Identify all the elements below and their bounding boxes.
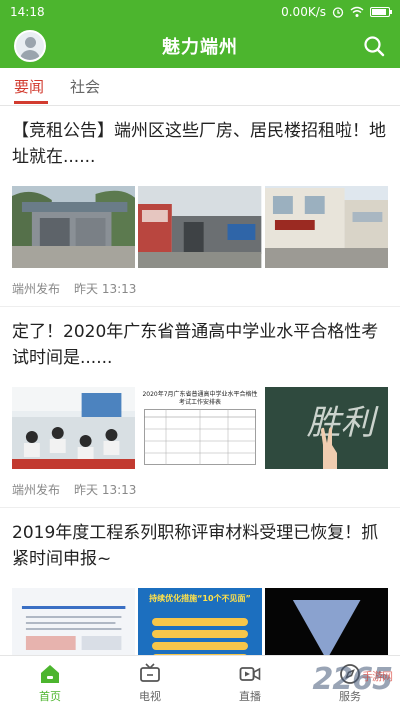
alarm-icon xyxy=(332,7,344,18)
home-icon xyxy=(41,665,59,683)
status-bar: 14:18 0.00K/s xyxy=(0,0,400,24)
category-tabs: 要闻 社会 xyxy=(0,68,400,106)
thumbnail-factory-yard[interactable] xyxy=(138,186,262,268)
battery-icon xyxy=(370,7,392,17)
news-time: 昨天 13:13 xyxy=(74,282,137,296)
site-watermark-logo: 2265 手游网 xyxy=(313,662,394,697)
network-speed: 0.00K/s xyxy=(281,5,326,19)
thumbnail-shop-street[interactable] xyxy=(264,186,388,268)
poster-caption: 持续优化措施“10个不见面” xyxy=(149,594,251,603)
thumbnail-policy-poster[interactable]: 持续优化措施“10个不见面” xyxy=(138,588,262,655)
search-icon[interactable] xyxy=(362,34,386,58)
thumbnail-exam-schedule[interactable]: 2020年7月广东省普通高中学业水平合格性考试工作安排表 xyxy=(138,387,262,469)
nav-home[interactable]: 首页 xyxy=(0,656,100,711)
news-feed[interactable]: 【竞租公告】端州区这些厂房、居民楼招租啦！地址就在...... 端州发布 昨天 … xyxy=(0,106,400,655)
thumbnail-factory-gate[interactable] xyxy=(12,186,136,268)
news-title[interactable]: 定了！2020年广东省普通高中学业水平合格性考试时间是...... xyxy=(12,319,388,371)
news-title[interactable]: 2019年度工程系列职称评审材料受理已恢复！抓紧时间申报~ xyxy=(12,520,388,572)
watermark-subtext: 手游网 xyxy=(362,670,393,683)
app-header: 魅力端州 xyxy=(0,24,400,68)
thumbnail-chalkboard[interactable]: 胜利 xyxy=(264,387,388,469)
nav-tv-label: 电视 xyxy=(139,690,161,703)
nav-home-label: 首页 xyxy=(39,690,61,703)
news-source: 端州发布 xyxy=(12,282,61,296)
thumbnail-triangle-graphic[interactable] xyxy=(264,588,388,655)
live-video-icon xyxy=(239,667,261,681)
nav-tv[interactable]: 电视 xyxy=(100,656,200,711)
app-title: 魅力端州 xyxy=(162,37,238,58)
news-meta: 端州发布 昨天 13:13 xyxy=(12,280,136,297)
status-time: 14:18 xyxy=(10,5,45,19)
news-meta: 端州发布 昨天 13:13 xyxy=(12,481,136,498)
news-thumbnails: 2020年7月广东省普通高中学业水平合格性考试工作安排表 胜利 xyxy=(12,387,388,469)
tab-yaowen[interactable]: 要闻 xyxy=(14,76,44,97)
divider xyxy=(0,306,400,307)
news-thumbnails: 持续优化措施“10个不见面” xyxy=(12,588,388,655)
news-source: 端州发布 xyxy=(12,483,61,497)
news-time: 昨天 13:13 xyxy=(74,483,137,497)
news-thumbnails xyxy=(12,186,388,268)
divider xyxy=(0,507,400,508)
tv-icon xyxy=(140,663,160,682)
thumbnail-classroom[interactable] xyxy=(12,387,136,469)
user-avatar[interactable] xyxy=(14,30,46,62)
active-tab-indicator xyxy=(14,101,48,104)
nav-live[interactable]: 直播 xyxy=(200,656,300,711)
status-indicators: 0.00K/s xyxy=(281,5,392,19)
schedule-caption: 2020年7月广东省普通高中学业水平合格性考试工作安排表 xyxy=(142,391,258,406)
nav-live-label: 直播 xyxy=(239,690,261,703)
wifi-icon xyxy=(350,6,364,17)
thumbnail-document-page[interactable] xyxy=(12,588,136,655)
tab-shehui[interactable]: 社会 xyxy=(70,76,100,97)
news-title[interactable]: 【竞租公告】端州区这些厂房、居民楼招租啦！地址就在...... xyxy=(12,118,388,170)
